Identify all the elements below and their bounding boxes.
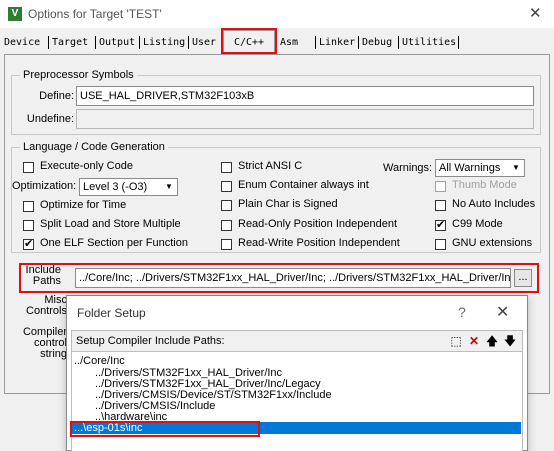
tab-target[interactable]: Target (52, 34, 88, 52)
compiler-control-label: Compiler control string (15, 327, 67, 360)
tab-separator (398, 36, 399, 49)
app-icon: V (8, 7, 22, 21)
tab-separator (358, 36, 359, 49)
move-up-icon[interactable]: 🡅 (484, 333, 500, 349)
tab-device[interactable]: Device (4, 34, 40, 52)
ro-position-label: Read-Only Position Independent (238, 218, 397, 230)
tab-separator (458, 36, 459, 49)
define-field[interactable]: USE_HAL_DRIVER,STM32F103xB (76, 86, 534, 106)
rw-position-checkbox[interactable] (221, 239, 232, 250)
tab-separator (315, 36, 316, 49)
compiler-label-line3: string (40, 348, 67, 360)
execute-only-checkbox[interactable] (23, 162, 34, 173)
tab-utilities[interactable]: Utilities (402, 34, 456, 52)
no-auto-includes-label: No Auto Includes (452, 198, 536, 210)
preprocessor-group-title: Preprocessor Symbols (20, 69, 137, 81)
optimize-time-label: Optimize for Time (40, 199, 127, 211)
optimization-value: Level 3 (-O3) (83, 181, 148, 193)
c99-mode-checkbox[interactable] (435, 218, 446, 231)
tab-user[interactable]: User (192, 34, 216, 52)
enum-container-checkbox[interactable] (221, 181, 232, 192)
optimize-time-checkbox[interactable] (23, 201, 34, 212)
misc-controls-label: Misc Controls (15, 295, 67, 317)
chevron-down-icon: ▼ (512, 163, 520, 172)
warnings-label: Warnings: (383, 162, 433, 174)
ro-position-checkbox[interactable] (221, 220, 232, 231)
tab-listing[interactable]: Listing (143, 34, 185, 52)
execute-only-label: Execute-only Code (40, 160, 133, 172)
thumb-mode-label: Thumb Mode (452, 179, 517, 191)
optimization-label: Optimization: (12, 180, 77, 192)
tab-output[interactable]: Output (99, 34, 135, 52)
strict-ansi-label: Strict ANSI C (238, 160, 303, 172)
c99-mode-label: C99 Mode (452, 218, 503, 230)
misc-label-line2: Controls (26, 305, 67, 317)
define-label: Define: (39, 90, 74, 102)
delete-icon[interactable]: ✕ (466, 333, 482, 349)
include-paths-header: Setup Compiler Include Paths: ⬚ ✕ 🡅 🡇 (72, 331, 522, 351)
tab-separator (139, 36, 140, 49)
enum-container-label: Enum Container always int (238, 179, 369, 191)
strict-ansi-checkbox[interactable] (221, 162, 232, 173)
split-load-label: Split Load and Store Multiple (40, 218, 181, 230)
one-elf-label: One ELF Section per Function (40, 237, 188, 249)
tab-separator (188, 36, 189, 49)
dialog-close-icon[interactable]: ✕ (496, 302, 509, 322)
help-icon[interactable]: ? (458, 304, 466, 320)
tab-debug[interactable]: Debug (362, 34, 392, 52)
plain-char-label: Plain Char is Signed (238, 198, 338, 210)
undefine-label: Undefine: (26, 113, 74, 125)
list-item[interactable]: ../Core/Inc (74, 355, 125, 367)
tab-strip: Device Target Output Listing User C/C++ … (4, 30, 552, 54)
title-bar: V Options for Target 'TEST' ✕ (0, 0, 554, 28)
move-down-icon[interactable]: 🡇 (502, 333, 518, 349)
preprocessor-group: Preprocessor Symbols Define: USE_HAL_DRI… (11, 69, 541, 135)
highlight-box-selected-path (70, 421, 260, 437)
language-group: Language / Code Generation Execute-only … (11, 141, 541, 253)
tab-asm[interactable]: Asm (280, 34, 298, 52)
thumb-mode-checkbox[interactable] (435, 181, 446, 192)
warnings-value: All Warnings (439, 162, 501, 174)
language-group-title: Language / Code Generation (20, 141, 168, 153)
no-auto-includes-checkbox[interactable] (435, 200, 446, 211)
tab-separator (95, 36, 96, 49)
highlight-box-include (19, 263, 539, 293)
chevron-down-icon: ▼ (165, 182, 173, 191)
tab-separator (48, 36, 49, 49)
optimization-select[interactable]: Level 3 (-O3) ▼ (79, 178, 178, 196)
split-load-checkbox[interactable] (23, 220, 34, 231)
rw-position-label: Read-Write Position Independent (238, 237, 400, 249)
new-folder-icon[interactable]: ⬚ (448, 333, 464, 349)
close-icon[interactable]: ✕ (529, 4, 542, 22)
undefine-field[interactable] (76, 109, 534, 129)
plain-char-checkbox[interactable] (221, 200, 232, 211)
one-elf-checkbox[interactable] (23, 237, 34, 250)
gnu-extensions-label: GNU extensions (452, 237, 533, 249)
tab-linker[interactable]: Linker (319, 34, 355, 52)
dialog-title: Folder Setup (77, 306, 146, 320)
gnu-extensions-checkbox[interactable] (435, 239, 446, 250)
highlight-box-tab (221, 28, 277, 54)
warnings-select[interactable]: All Warnings ▼ (435, 159, 525, 177)
include-paths-header-label: Setup Compiler Include Paths: (76, 335, 225, 347)
window-title: Options for Target 'TEST' (28, 7, 162, 21)
